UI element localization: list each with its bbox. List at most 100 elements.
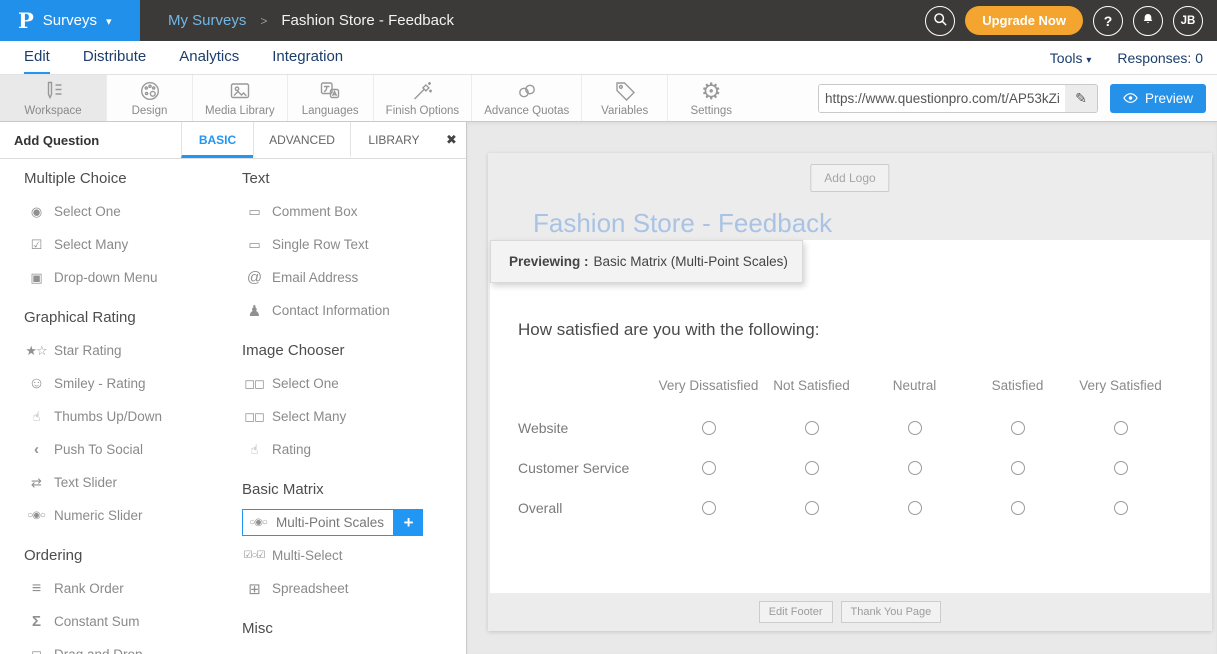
question-type-numeric-slider[interactable]: ○◉○ Numeric Slider — [24, 499, 235, 532]
matrix-radio[interactable] — [908, 461, 922, 475]
tab-library[interactable]: LIBRARY — [350, 122, 437, 158]
matrix-radio[interactable] — [805, 461, 819, 475]
toolbar-workspace[interactable]: Workspace — [0, 75, 107, 121]
tab-basic[interactable]: BASIC — [181, 122, 253, 158]
breadcrumb-my-surveys[interactable]: My Surveys — [168, 12, 246, 29]
matrix-radio[interactable] — [1011, 461, 1025, 475]
responses-count[interactable]: Responses: 0 — [1117, 50, 1203, 66]
avatar-initials: JB — [1181, 15, 1196, 27]
user-avatar[interactable]: JB — [1173, 6, 1203, 36]
question-type-dropdown-menu[interactable]: ▣ Drop-down Menu — [24, 261, 235, 294]
tab-integration[interactable]: Integration — [272, 41, 343, 74]
matrix-radio[interactable] — [1114, 501, 1128, 515]
matrix-radio[interactable] — [908, 501, 922, 515]
dragdrop-icon: ◻ — [24, 647, 48, 654]
section-image-chooser: Image Chooser — [242, 343, 466, 359]
share-icon: ‹ — [24, 441, 48, 458]
edit-toolbar: Workspace Design Media Library Languages… — [0, 75, 1217, 122]
help-button[interactable]: ? — [1093, 6, 1123, 36]
survey-url-input[interactable] — [819, 85, 1065, 112]
matrix-question-text[interactable]: How satisfied are you with the following… — [518, 320, 819, 340]
matrix-radio[interactable] — [1114, 461, 1128, 475]
matrix-radio[interactable] — [908, 421, 922, 435]
question-mark-icon: ? — [1104, 13, 1113, 29]
single-row-text-icon: ▭ — [242, 237, 266, 253]
thank-you-page-button[interactable]: Thank You Page — [841, 601, 942, 623]
matrix-radio[interactable] — [805, 501, 819, 515]
close-panel-button[interactable]: ✖ — [437, 122, 466, 158]
preview-button[interactable]: Preview — [1110, 84, 1206, 113]
question-type-smiley-rating[interactable]: ☺ Smiley - Rating — [24, 367, 235, 400]
matrix-column-header: Neutral — [863, 368, 966, 403]
question-type-email-address[interactable]: @ Email Address — [242, 261, 466, 294]
upgrade-now-button[interactable]: Upgrade Now — [965, 6, 1083, 35]
section-text: Text — [242, 171, 466, 187]
matrix-radio[interactable] — [702, 501, 716, 515]
at-sign-icon: @ — [242, 269, 266, 286]
matrix-radio[interactable] — [805, 421, 819, 435]
tab-distribute[interactable]: Distribute — [83, 41, 146, 74]
tab-edit[interactable]: Edit — [24, 41, 50, 74]
tab-analytics[interactable]: Analytics — [179, 41, 239, 74]
add-logo-button[interactable]: Add Logo — [810, 164, 889, 192]
design-palette-icon — [138, 79, 162, 103]
toolbar-variables[interactable]: Variables — [582, 75, 668, 121]
matrix-radio[interactable] — [1011, 421, 1025, 435]
toolbar-languages[interactable]: Languages — [288, 75, 374, 121]
question-type-comment-box[interactable]: ▭ Comment Box — [242, 195, 466, 228]
section-multiple-choice: Multiple Choice — [24, 171, 235, 187]
question-type-text-slider[interactable]: ⇄ Text Slider — [24, 466, 235, 499]
matrix-radio[interactable] — [702, 421, 716, 435]
workspace-icon — [41, 79, 65, 103]
toolbar-design[interactable]: Design — [107, 75, 193, 121]
question-type-image-select-one[interactable]: ◻◻ Select One — [242, 367, 466, 400]
question-type-select-one[interactable]: ◉ Select One — [24, 195, 235, 228]
question-type-star-rating[interactable]: ★☆ Star Rating — [24, 334, 235, 367]
radio-icon: ◉ — [24, 204, 48, 220]
question-type-single-row-text[interactable]: ▭ Single Row Text — [242, 228, 466, 261]
notifications-button[interactable] — [1133, 6, 1163, 36]
selected-question-type-box: ○◉○ Multi-Point Scales — [242, 509, 394, 536]
question-types-column-1: Multiple Choice ◉ Select One ☑ Select Ma… — [0, 171, 235, 654]
question-type-select-many[interactable]: ☑ Select Many — [24, 228, 235, 261]
matrix-radio[interactable] — [1011, 501, 1025, 515]
previewing-banner: Previewing : Basic Matrix (Multi-Point S… — [490, 240, 803, 283]
bell-icon — [1140, 11, 1156, 30]
search-button[interactable] — [925, 6, 955, 36]
question-type-contact-information[interactable]: ♟ Contact Information — [242, 294, 466, 327]
section-graphical-rating: Graphical Rating — [24, 310, 235, 326]
question-type-thumbs-up-down[interactable]: ☝ Thumbs Up/Down — [24, 400, 235, 433]
add-question-type-button[interactable]: + — [394, 509, 423, 536]
product-switcher[interactable]: P Surveys ▾ — [0, 0, 140, 41]
tools-menu[interactable]: Tools ▾ — [1050, 50, 1092, 66]
edit-footer-button[interactable]: Edit Footer — [759, 601, 833, 623]
question-type-image-select-many[interactable]: ◻◻ Select Many — [242, 400, 466, 433]
survey-title[interactable]: Fashion Store - Feedback — [533, 208, 832, 239]
topbar-actions: Upgrade Now ? JB — [925, 6, 1217, 36]
matrix-radio[interactable] — [1114, 421, 1128, 435]
question-type-spreadsheet[interactable]: ⊞ Spreadsheet — [242, 572, 466, 605]
panel-body: Multiple Choice ◉ Select One ☑ Select Ma… — [0, 159, 466, 654]
question-type-multi-select[interactable]: ☑○☑ Multi-Select — [242, 539, 466, 572]
question-type-push-to-social[interactable]: ‹ Push To Social — [24, 433, 235, 466]
numeric-slider-icon: ○◉○ — [24, 510, 48, 521]
question-type-image-rating[interactable]: ☝ Rating — [242, 433, 466, 466]
toolbar-finish-options[interactable]: Finish Options — [374, 75, 473, 121]
spreadsheet-grid-icon: ⊞ — [242, 580, 266, 598]
tab-advanced[interactable]: ADVANCED — [253, 122, 350, 158]
survey-footer: Edit Footer Thank You Page — [488, 593, 1212, 631]
edit-url-button[interactable]: ✎ — [1065, 85, 1097, 112]
question-type-drag-drop[interactable]: ◻ Drag and Drop — [24, 638, 235, 654]
question-type-constant-sum[interactable]: Σ Constant Sum — [24, 605, 235, 638]
matrix-radio[interactable] — [702, 461, 716, 475]
toolbar-media-library[interactable]: Media Library — [193, 75, 288, 121]
question-type-rank-order[interactable]: ≡ Rank Order — [24, 572, 235, 605]
breadcrumb-separator: > — [260, 14, 267, 28]
eye-icon — [1123, 92, 1138, 104]
toolbar-advance-quotas[interactable]: Advance Quotas — [472, 75, 582, 121]
smiley-icon: ☺ — [24, 375, 48, 393]
question-type-multi-point-scales[interactable]: ○◉○ Multi-Point Scales + — [242, 506, 466, 539]
languages-icon — [318, 79, 342, 103]
toolbar-settings[interactable]: ⚙ Settings — [668, 75, 754, 121]
breadcrumb: My Surveys > Fashion Store - Feedback — [168, 12, 454, 29]
